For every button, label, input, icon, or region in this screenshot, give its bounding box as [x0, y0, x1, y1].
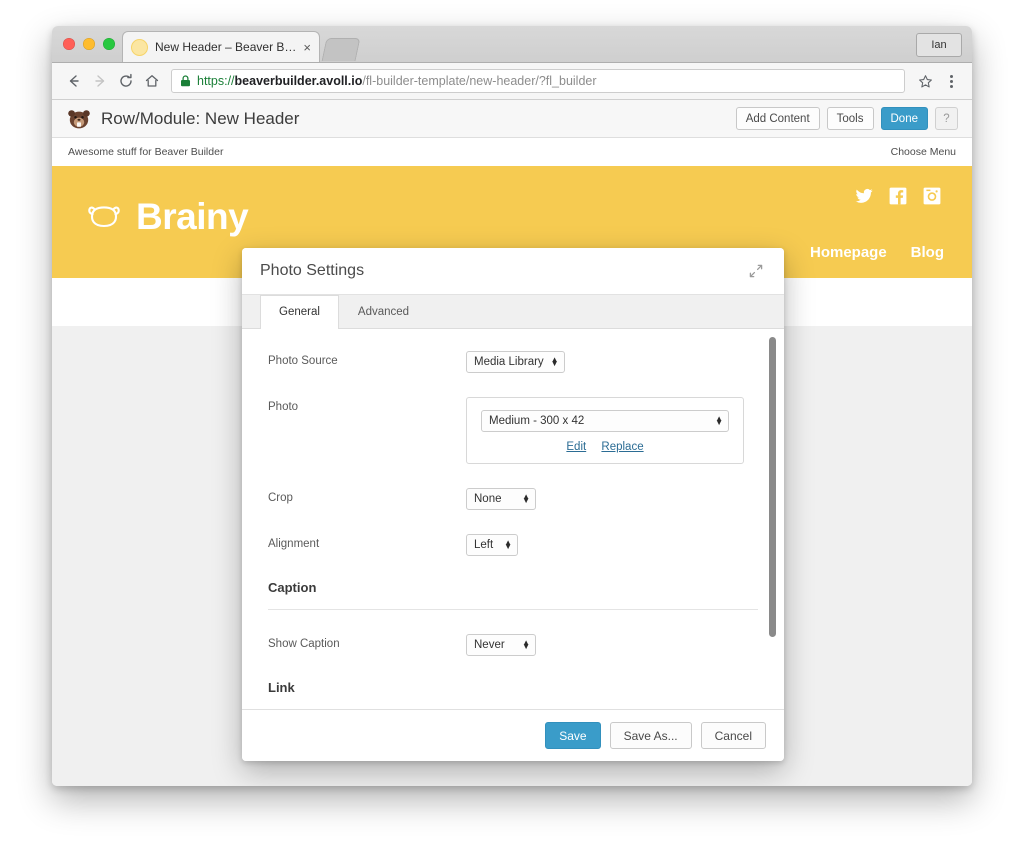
window-controls: [63, 38, 115, 50]
chevron-updown-icon: ▲ ▼: [522, 491, 530, 505]
modal-header: Photo Settings: [242, 248, 784, 295]
select-value: None: [474, 493, 502, 505]
address-bar[interactable]: https://beaverbuilder.avoll.io/fl-builde…: [171, 69, 905, 93]
star-icon[interactable]: [913, 69, 937, 93]
maximize-window-button[interactable]: [103, 38, 115, 50]
tools-button[interactable]: Tools: [826, 107, 874, 130]
done-button[interactable]: Done: [880, 107, 928, 130]
select-value: Never: [474, 639, 505, 651]
site-nav: Homepage Blog: [810, 244, 944, 261]
photo-picker: Medium - 300 x 42 ▲ ▼ Edit Replace: [466, 397, 744, 464]
section-caption: Caption: [268, 580, 758, 610]
browser-window: New Header – Beaver Brains × Ian https:/…: [52, 26, 972, 786]
photo-settings-modal: Photo Settings General Advanced Photo So…: [242, 248, 784, 761]
select-value: Left: [474, 539, 494, 551]
photo-source-select[interactable]: Media Library ▲ ▼: [466, 351, 565, 373]
photo-size-select[interactable]: Medium - 300 x 42 ▲ ▼: [481, 410, 729, 432]
add-content-button[interactable]: Add Content: [735, 107, 820, 130]
facebook-icon[interactable]: [888, 186, 908, 206]
site-tagline: Awesome stuff for Beaver Builder: [68, 146, 224, 158]
page-viewport: Row/Module: New Header Add Content Tools…: [52, 100, 972, 786]
show-caption-select[interactable]: Never ▲ ▼: [466, 634, 536, 656]
field-photo: Photo Medium - 300 x 42 ▲ ▼ Edit Replace: [268, 397, 758, 464]
site-brand: Brainy: [86, 196, 249, 238]
chevron-updown-icon: ▲ ▼: [550, 354, 559, 368]
beaver-favicon-icon: [131, 38, 148, 56]
browser-tab[interactable]: New Header – Beaver Brains ×: [122, 31, 320, 62]
profile-button[interactable]: Ian: [916, 33, 962, 57]
photo-actions: Edit Replace: [481, 441, 729, 453]
choose-menu-link[interactable]: Choose Menu: [891, 146, 956, 158]
new-tab-button[interactable]: [321, 38, 361, 61]
browser-toolbar: https://beaverbuilder.avoll.io/fl-builde…: [52, 63, 972, 100]
edit-photo-link[interactable]: Edit: [566, 441, 586, 453]
url-scheme: https://: [197, 74, 235, 88]
field-label: Photo Source: [268, 355, 338, 367]
save-as-button[interactable]: Save As...: [609, 722, 692, 749]
forward-arrow-icon: [87, 68, 113, 94]
page-title: Row/Module: New Header: [101, 108, 300, 128]
tab-general[interactable]: General: [260, 295, 339, 329]
nav-item-homepage[interactable]: Homepage: [810, 244, 887, 261]
chevron-updown-icon: ▲ ▼: [504, 537, 512, 551]
site-brand-name: Brainy: [136, 196, 249, 237]
save-button[interactable]: Save: [545, 722, 601, 749]
beaver-builder-logo-icon: [66, 107, 92, 131]
select-value: Medium - 300 x 42: [489, 415, 585, 427]
field-show-caption: Show Caption Never ▲ ▼: [268, 634, 758, 656]
url-host: beaverbuilder.avoll.io: [234, 74, 363, 88]
field-label: Show Caption: [268, 638, 340, 650]
chevron-updown-icon: ▲ ▼: [522, 637, 530, 651]
modal-title: Photo Settings: [260, 262, 365, 279]
builder-admin-bar: Row/Module: New Header Add Content Tools…: [52, 100, 972, 138]
back-arrow-icon[interactable]: [61, 68, 87, 94]
modal-body: Photo Source Media Library ▲ ▼ Photo Med…: [242, 329, 784, 709]
replace-photo-link[interactable]: Replace: [601, 441, 643, 453]
lock-icon: [180, 75, 191, 87]
tab-title: New Header – Beaver Brains: [155, 40, 298, 54]
crop-select[interactable]: None ▲ ▼: [466, 488, 536, 510]
section-link: Link: [268, 680, 758, 709]
nav-item-blog[interactable]: Blog: [911, 244, 944, 261]
close-window-button[interactable]: [63, 38, 75, 50]
instagram-icon[interactable]: [922, 186, 942, 206]
tab-advanced[interactable]: Advanced: [339, 295, 428, 328]
social-links: [854, 186, 942, 206]
select-value: Media Library: [474, 356, 544, 368]
field-alignment: Alignment Left ▲ ▼: [268, 534, 758, 556]
kebab-menu-icon[interactable]: [939, 69, 963, 93]
site-topbar: Awesome stuff for Beaver Builder Choose …: [52, 138, 972, 166]
home-icon[interactable]: [139, 68, 165, 94]
field-photo-source: Photo Source Media Library ▲ ▼: [268, 351, 758, 373]
expand-diagonal-icon[interactable]: [746, 261, 766, 281]
twitter-icon[interactable]: [854, 186, 874, 206]
reload-icon[interactable]: [113, 68, 139, 94]
modal-footer: Save Save As... Cancel: [242, 709, 784, 761]
browser-tabstrip: New Header – Beaver Brains × Ian: [52, 26, 972, 63]
field-label: Alignment: [268, 538, 320, 550]
modal-tabs: General Advanced: [242, 295, 784, 329]
cancel-button[interactable]: Cancel: [700, 722, 766, 749]
field-label: Crop: [268, 492, 293, 504]
chevron-updown-icon: ▲ ▼: [715, 413, 723, 427]
beaver-head-outline-icon: [86, 202, 122, 232]
url-path: /fl-builder-template/new-header/?fl_buil…: [362, 74, 597, 88]
field-label: Photo: [268, 401, 299, 413]
alignment-select[interactable]: Left ▲ ▼: [466, 534, 518, 556]
close-tab-icon[interactable]: ×: [303, 41, 311, 54]
field-crop: Crop None ▲ ▼: [268, 488, 758, 510]
help-icon[interactable]: ?: [935, 107, 958, 130]
modal-scrollbar[interactable]: [769, 337, 776, 637]
minimize-window-button[interactable]: [83, 38, 95, 50]
